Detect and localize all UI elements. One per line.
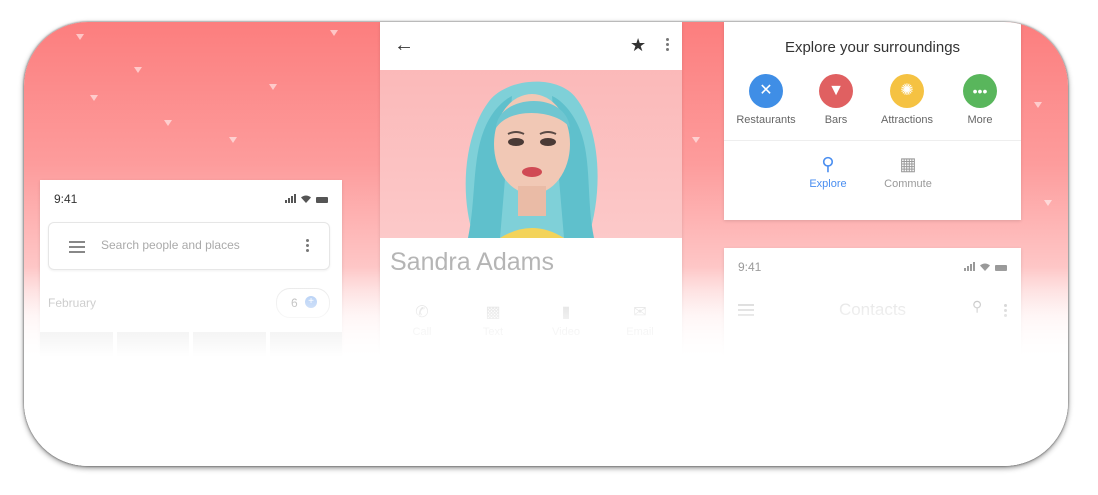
count-value: 6 [291, 296, 298, 310]
more-vert-icon[interactable] [1004, 304, 1007, 319]
contacts-card: 9:41 Contacts ⚲ [724, 248, 1021, 378]
wifi-icon [980, 263, 990, 271]
search-bar[interactable]: Search people and places [48, 222, 330, 270]
add-circle-icon: + [305, 296, 317, 308]
back-arrow-icon[interactable]: ← [394, 35, 414, 55]
search-icon[interactable]: ⚲ [972, 298, 982, 315]
contact-name: Sandra Adams [390, 248, 554, 276]
photo-thumbnail[interactable] [116, 332, 189, 380]
triangle-decoration [1034, 102, 1042, 108]
email-label: Email [626, 326, 654, 338]
email-icon: ✉ [633, 304, 647, 321]
call-button[interactable]: ✆ Call [402, 302, 442, 338]
photo-thumbnail[interactable] [193, 332, 266, 380]
more-vert-icon[interactable] [306, 239, 309, 254]
triangle-decoration [1044, 200, 1052, 206]
star-icon[interactable]: ★ [630, 35, 646, 55]
category-attractions[interactable]: ✺ Attractions [865, 74, 949, 126]
triangle-decoration [134, 67, 142, 73]
explore-card: Explore your surroundings ✕ Restaurants … [724, 22, 1021, 220]
nav-label: Commute [884, 178, 932, 190]
wifi-icon [301, 195, 311, 203]
text-label: Text [482, 326, 504, 338]
more-dots-icon: ••• [963, 74, 997, 108]
text-button[interactable]: ▩ Text [473, 302, 513, 338]
sparkle-icon: ✺ [890, 74, 924, 108]
showcase-frame: 9:41 Search people and places February 6… [24, 22, 1068, 466]
triangle-decoration [76, 34, 84, 40]
photo-thumbnail[interactable] [40, 332, 113, 380]
explore-title: Explore your surroundings [784, 39, 961, 56]
battery-icon [316, 197, 328, 203]
category-more[interactable]: ••• More [938, 74, 1022, 126]
fork-knife-icon: ✕ [749, 74, 783, 108]
search-placeholder: Search people and places [101, 238, 240, 252]
status-time: 9:41 [738, 260, 762, 274]
map-pin-icon: ⚲ [821, 154, 835, 174]
photos-card: 9:41 Search people and places February 6… [40, 180, 342, 380]
battery-icon [995, 265, 1007, 271]
count-chip[interactable]: 6 + [276, 288, 330, 318]
phone-icon: ✆ [415, 304, 429, 321]
contact-card: ← ★ Sandra Adams ✆ Call ▩ Text ▮ Video ✉… [380, 22, 682, 382]
video-button[interactable]: ▮ Video [546, 302, 586, 338]
more-vert-icon[interactable] [666, 38, 669, 53]
nav-commute[interactable]: ▦ Commute [873, 154, 943, 190]
category-row: ✕ Restaurants ▼ Bars ✺ Attractions ••• M… [724, 74, 1021, 134]
nav-explore[interactable]: ⚲ Explore [793, 154, 863, 190]
signal-icon [285, 194, 296, 203]
status-bar: 9:41 [738, 260, 1007, 274]
building-icon: ▦ [899, 154, 917, 174]
month-label: February [48, 296, 97, 310]
category-label: More [967, 114, 993, 126]
signal-icon [964, 262, 975, 271]
video-icon: ▮ [561, 304, 571, 321]
triangle-decoration [164, 120, 172, 126]
triangle-decoration [330, 30, 338, 36]
status-time: 9:41 [54, 192, 78, 206]
triangle-decoration [269, 84, 277, 90]
photo-grid [40, 332, 342, 380]
photo-thumbnail[interactable] [269, 332, 342, 380]
cocktail-icon: ▼ [819, 74, 853, 108]
portrait-illustration [465, 81, 598, 238]
video-label: Video [552, 326, 580, 338]
triangle-decoration [229, 137, 237, 143]
contact-toolbar: ← ★ [380, 22, 682, 70]
triangle-decoration [90, 95, 98, 101]
message-icon: ▩ [485, 304, 501, 321]
email-button[interactable]: ✉ Email [620, 302, 660, 338]
menu-icon[interactable] [69, 241, 85, 256]
status-bar: 9:41 [54, 192, 328, 206]
category-label: Attractions [881, 114, 933, 126]
nav-label: Explore [809, 178, 847, 190]
profile-photo [380, 70, 682, 238]
triangle-decoration [692, 137, 700, 143]
divider [724, 140, 1021, 141]
contact-actions: ✆ Call ▩ Text ▮ Video ✉ Email [380, 302, 682, 362]
call-label: Call [412, 326, 432, 338]
